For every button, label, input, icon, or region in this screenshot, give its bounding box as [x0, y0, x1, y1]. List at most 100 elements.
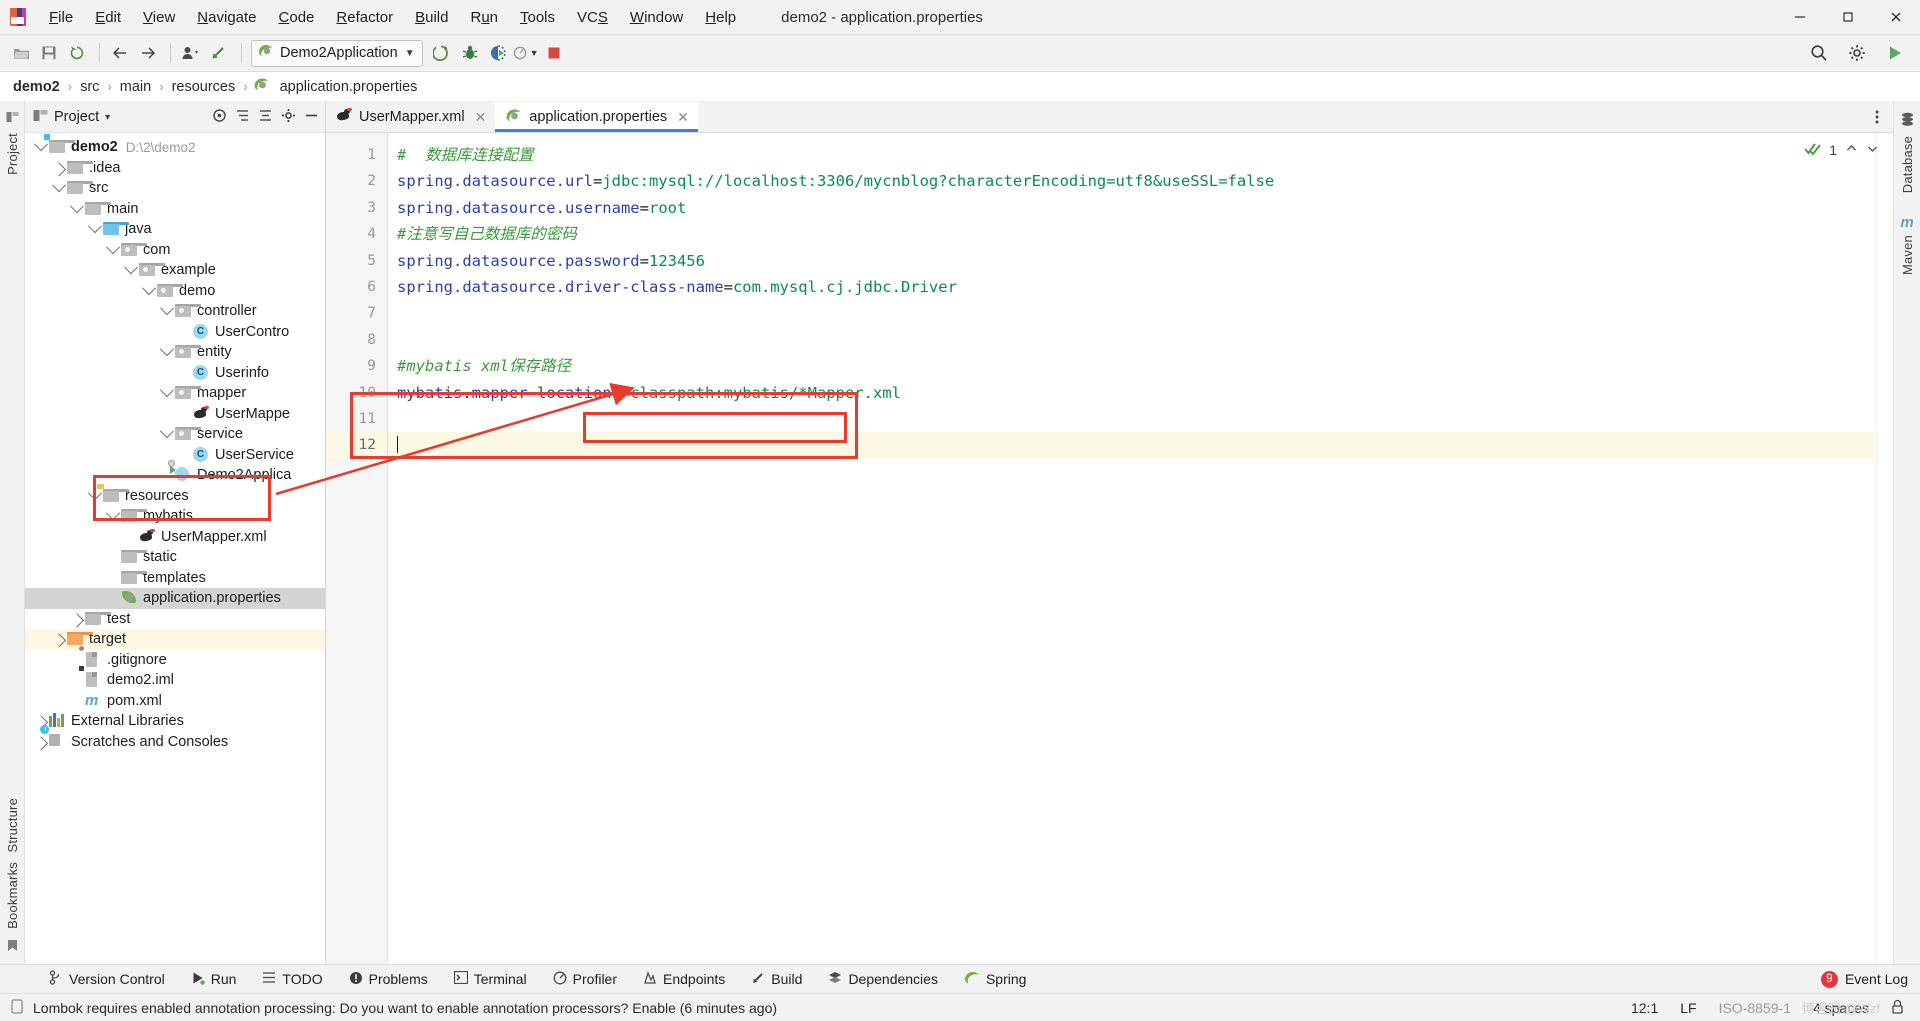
chevron-down-icon[interactable]	[159, 301, 175, 319]
tree-node-userinfo[interactable]: C Userinfo	[25, 363, 325, 384]
code-line[interactable]	[388, 327, 1876, 353]
menu-navigate[interactable]: Navigate	[186, 5, 267, 30]
tool-window-build[interactable]: Build	[738, 965, 815, 993]
tree-node-com[interactable]: com	[25, 239, 325, 261]
chevron-down-icon[interactable]	[87, 219, 103, 237]
tool-window-terminal[interactable]: Terminal	[441, 965, 540, 993]
tree-node-scratches-and-consoles[interactable]: Scratches and Consoles	[25, 724, 325, 753]
tool-window-dependencies[interactable]: Dependencies	[815, 965, 951, 993]
close-button[interactable]	[1872, 0, 1920, 34]
synchronize-icon[interactable]	[64, 40, 90, 66]
tree-node-usercontro[interactable]: C UserContro	[25, 322, 325, 343]
tree-node-usermapper-xml[interactable]: UserMapper.xml	[25, 527, 325, 548]
code-line[interactable]: #注意写自己数据库的密码	[388, 221, 1876, 247]
code-line[interactable]: mybatis.mapper-locations=classpath:mybat…	[388, 380, 1876, 406]
navigate-forward-icon[interactable]	[135, 40, 161, 66]
collapse-all-icon[interactable]	[258, 108, 273, 127]
tree-node-src[interactable]: src	[25, 178, 325, 199]
menu-file[interactable]: File	[38, 5, 84, 30]
chevron-down-icon[interactable]	[159, 342, 175, 360]
project-panel-dropdown-icon[interactable]: ▾	[105, 112, 110, 123]
code-line[interactable]: #mybatis xml保存路径	[388, 353, 1876, 379]
code-line[interactable]	[388, 300, 1876, 326]
maximize-button[interactable]	[1824, 0, 1872, 34]
chevron-down-icon[interactable]	[33, 137, 49, 155]
editor-tab-close-icon[interactable]: ✕	[677, 109, 689, 126]
tree-node-java[interactable]: java	[25, 219, 325, 240]
breadcrumb-item-demo2[interactable]: demo2	[10, 78, 63, 96]
run-with-coverage-icon[interactable]	[485, 40, 511, 66]
left-strip-bookmarks-label[interactable]: Bookmarks	[5, 862, 20, 929]
menu-code[interactable]: Code	[268, 5, 326, 30]
code-line[interactable]: # 数据库连接配置	[388, 142, 1876, 168]
run-icon[interactable]	[429, 40, 455, 66]
tool-window-spring[interactable]: Spring	[951, 965, 1039, 993]
tree-node-userservice[interactable]: C UserService	[25, 445, 325, 466]
editor-tab-application-properties[interactable]: application.properties ✕	[495, 102, 698, 132]
code-line[interactable]: spring.datasource.password=123456	[388, 248, 1876, 274]
file-encoding[interactable]: ISO-8859-1	[1719, 1000, 1791, 1016]
tree-node-demo2applica[interactable]: Demo2Applica	[25, 460, 325, 486]
open-folder-icon[interactable]	[8, 40, 34, 66]
editor-tab-options[interactable]	[1869, 102, 1885, 132]
chevron-right-icon[interactable]	[69, 611, 85, 628]
menu-tools[interactable]: Tools	[509, 5, 566, 30]
prev-problem-icon[interactable]	[1845, 142, 1858, 158]
breadcrumb-item-resources[interactable]: resources	[169, 78, 239, 96]
hide-panel-icon[interactable]	[304, 108, 319, 127]
menu-build[interactable]: Build	[404, 5, 459, 30]
event-log-button[interactable]: 9 Event Log	[1820, 970, 1908, 988]
editor-tab-usermapper-xml[interactable]: UserMapper.xml ✕	[326, 102, 496, 132]
breadcrumb-item-src[interactable]: src	[77, 78, 102, 96]
left-strip-structure-label[interactable]: Structure	[5, 798, 20, 853]
tree-node-templates[interactable]: templates	[25, 568, 325, 589]
run-green-icon[interactable]	[1882, 40, 1908, 66]
chevron-right-icon[interactable]	[51, 160, 67, 177]
breadcrumb-item-application-properties[interactable]: application.properties	[277, 78, 421, 96]
menu-refactor[interactable]: Refactor	[325, 5, 404, 30]
code-line[interactable]: spring.datasource.url=jdbc:mysql://local…	[388, 168, 1876, 194]
menu-edit[interactable]: Edit	[84, 5, 132, 30]
tool-window-problems[interactable]: Problems	[336, 965, 441, 993]
chevron-right-icon[interactable]	[33, 734, 49, 751]
select-opened-file-icon[interactable]	[212, 108, 227, 127]
code-line[interactable]: spring.datasource.username=root	[388, 195, 1876, 221]
search-everywhere-icon[interactable]	[1806, 40, 1832, 66]
tree-node-example[interactable]: example	[25, 260, 325, 281]
tree-node-main[interactable]: main	[25, 198, 325, 220]
tool-window-profiler[interactable]: Profiler	[540, 965, 630, 993]
tree-node-mapper[interactable]: mapper	[25, 383, 325, 404]
tool-window-run[interactable]: Run	[178, 965, 250, 993]
tree-node-test[interactable]: test	[25, 609, 325, 630]
tool-window-version-control[interactable]: Version Control	[36, 965, 178, 993]
chevron-down-icon[interactable]	[69, 198, 85, 217]
tree-node-demo2[interactable]: demo2 D:\2\demo2	[25, 134, 325, 158]
chevron-down-icon[interactable]	[105, 506, 121, 524]
tree-node-demo[interactable]: demo	[25, 280, 325, 302]
left-strip-project-label[interactable]: Project	[5, 133, 20, 175]
chevron-down-icon[interactable]	[87, 485, 103, 504]
maven-tool-button[interactable]: m Maven	[1900, 215, 1915, 275]
code-line[interactable]	[388, 432, 1876, 459]
tree-node--idea[interactable]: .idea	[25, 158, 325, 179]
chevron-down-icon[interactable]	[105, 239, 121, 258]
tool-window-todo[interactable]: TODO	[249, 965, 335, 993]
editor-scrollbar[interactable]	[1876, 133, 1893, 964]
navigate-back-icon[interactable]	[107, 40, 133, 66]
stop-icon[interactable]	[541, 40, 567, 66]
gutter-line-number[interactable]: 1	[326, 142, 387, 168]
breadcrumb-item-main[interactable]: main	[117, 78, 154, 96]
gutter-line-number[interactable]: 7	[326, 300, 387, 326]
status-message[interactable]: Lombok requires enabled annotation proce…	[33, 1000, 777, 1016]
menu-run[interactable]: Run	[459, 5, 509, 30]
tree-node-pom-xml[interactable]: m pom.xml	[25, 691, 325, 712]
tree-node-mybatis[interactable]: mybatis	[25, 506, 325, 527]
lock-icon[interactable]	[1891, 999, 1904, 1017]
editor-tab-close-icon[interactable]: ✕	[475, 109, 487, 126]
gutter-line-number[interactable]: 4	[326, 221, 387, 247]
user-profile-icon[interactable]	[178, 40, 204, 66]
gutter-line-number[interactable]: 11	[326, 406, 387, 432]
tree-node-target[interactable]: target	[25, 629, 325, 650]
tool-window-endpoints[interactable]: Endpoints	[630, 965, 738, 993]
gutter-line-number[interactable]: 9	[326, 353, 387, 379]
